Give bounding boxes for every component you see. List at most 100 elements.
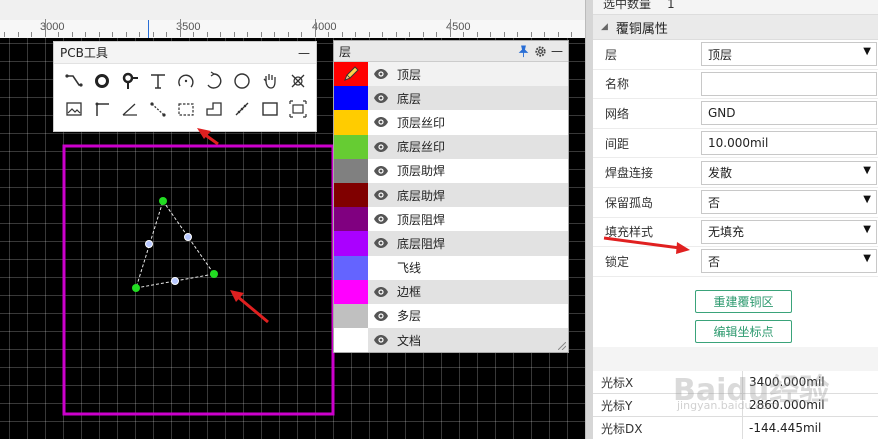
dropdown-arrow-icon[interactable]: ▼ bbox=[863, 165, 871, 176]
property-select[interactable]: 顶层 ▼ bbox=[701, 42, 877, 67]
layer-row[interactable]: 顶层丝印 bbox=[334, 110, 568, 135]
ruler-tick bbox=[328, 32, 329, 37]
property-select[interactable]: 无填充 ▼ bbox=[701, 219, 877, 244]
via-icon[interactable] bbox=[116, 67, 144, 95]
circle-icon[interactable] bbox=[228, 67, 256, 95]
property-select[interactable]: 否 ▼ bbox=[701, 190, 877, 215]
top-ruler: 3000 3500 4000 4500 bbox=[0, 0, 586, 38]
layer-color-swatch[interactable] bbox=[334, 158, 368, 183]
dropdown-arrow-icon[interactable]: ▼ bbox=[863, 253, 871, 264]
arc-center-icon[interactable] bbox=[200, 67, 228, 95]
layer-row[interactable]: 底层丝印 bbox=[334, 134, 568, 159]
layer-row[interactable]: 顶层 bbox=[334, 62, 568, 87]
property-row: 保留孤岛否 ▼ bbox=[593, 187, 878, 218]
minimize-button[interactable]: — bbox=[298, 46, 310, 60]
eye-icon[interactable] bbox=[368, 116, 394, 128]
property-select[interactable]: 发散 ▼ bbox=[701, 160, 877, 185]
eye-icon[interactable] bbox=[368, 165, 394, 177]
layer-row[interactable]: 顶层阻焊 bbox=[334, 207, 568, 232]
edit-coordinates-button[interactable]: 编辑坐标点 bbox=[695, 320, 792, 344]
eye-icon[interactable] bbox=[368, 310, 394, 322]
property-input[interactable] bbox=[701, 71, 877, 96]
layers-header[interactable]: 层 — bbox=[334, 41, 568, 62]
eye-icon[interactable] bbox=[368, 141, 394, 153]
image-icon[interactable] bbox=[60, 95, 88, 123]
layer-row[interactable]: 多层 bbox=[334, 303, 568, 329]
layer-color-swatch[interactable] bbox=[334, 328, 368, 353]
copper-area-icon[interactable] bbox=[172, 95, 200, 123]
layer-row[interactable]: 底层阻焊 bbox=[334, 231, 568, 256]
rebuild-copper-button[interactable]: 重建覆铜区 bbox=[695, 290, 792, 314]
ruler-tick bbox=[449, 19, 451, 37]
clear-cross-icon[interactable] bbox=[284, 67, 312, 95]
eye-icon[interactable] bbox=[368, 92, 394, 104]
layer-list: 顶层 底层 顶层丝印 底层丝印 顶层助焊 底层助焊 顶层阻焊底层阻焊飞线 边框 多层文档 bbox=[334, 62, 568, 353]
panel-splitter[interactable] bbox=[585, 0, 593, 439]
selected-count-value: 1 bbox=[667, 0, 675, 11]
layer-row[interactable]: 边框 bbox=[334, 279, 568, 304]
layer-color-swatch[interactable] bbox=[334, 255, 368, 280]
eye-icon[interactable] bbox=[368, 237, 394, 249]
eye-icon[interactable] bbox=[368, 286, 394, 298]
layer-row[interactable]: 顶层助焊 bbox=[334, 158, 568, 183]
angle-icon[interactable] bbox=[116, 95, 144, 123]
resize-grip-icon[interactable] bbox=[558, 342, 566, 350]
dropdown-arrow-icon[interactable]: ▼ bbox=[863, 46, 871, 57]
layer-color-swatch[interactable] bbox=[334, 231, 368, 256]
eye-icon[interactable] bbox=[368, 68, 394, 80]
dropdown-arrow-icon[interactable]: ▼ bbox=[863, 224, 871, 235]
properties-panel: 选中数量 1 ◢ 覆铜属性 层 顶层 ▼ 名称 网络 GND 间距 10.000mil 焊盘连接… bbox=[593, 0, 878, 439]
ruler-tick bbox=[31, 32, 32, 37]
gear-icon[interactable] bbox=[534, 45, 547, 58]
arc-icon[interactable] bbox=[172, 67, 200, 95]
property-row: 网络 GND bbox=[593, 99, 878, 129]
layer-color-swatch[interactable] bbox=[334, 86, 368, 111]
eye-icon[interactable] bbox=[368, 189, 394, 201]
ruler-tick bbox=[503, 32, 505, 37]
track-icon[interactable] bbox=[60, 67, 88, 95]
property-row: 焊盘连接 发散 ▼ bbox=[593, 158, 878, 188]
ruler-tick bbox=[368, 32, 370, 37]
ruler-tick bbox=[274, 32, 275, 37]
dropdown-arrow-icon[interactable]: ▼ bbox=[863, 194, 871, 205]
layer-name: 底层阻焊 bbox=[397, 236, 446, 251]
layer-color-swatch[interactable] bbox=[334, 134, 368, 159]
layer-color-swatch[interactable] bbox=[334, 182, 368, 208]
pad-icon[interactable] bbox=[88, 67, 116, 95]
layer-color-swatch[interactable] bbox=[334, 303, 368, 329]
connect-icon[interactable] bbox=[144, 95, 172, 123]
copper-properties-section[interactable]: ◢ 覆铜属性 bbox=[593, 14, 878, 40]
layer-color-swatch[interactable] bbox=[334, 110, 368, 135]
measure-icon[interactable] bbox=[228, 95, 256, 123]
baidu-watermark-url: jingyan.baidu.com bbox=[677, 399, 779, 412]
pcb-tools-header[interactable]: PCB工具 — bbox=[54, 42, 316, 64]
text-icon[interactable] bbox=[144, 67, 172, 95]
layer-row[interactable]: 底层助焊 bbox=[334, 182, 568, 208]
ruler-tick bbox=[4, 32, 5, 37]
pan-hand-icon[interactable] bbox=[256, 67, 284, 95]
property-select[interactable]: 否 ▼ bbox=[701, 249, 877, 274]
tool-grid bbox=[54, 64, 316, 126]
layer-row[interactable]: 底层 bbox=[334, 86, 568, 111]
eye-icon[interactable] bbox=[368, 213, 394, 225]
layer-color-swatch[interactable] bbox=[334, 207, 368, 232]
layer-name: 文档 bbox=[397, 333, 422, 348]
ruler-tick bbox=[341, 32, 343, 37]
minimize-button[interactable]: — bbox=[551, 44, 563, 58]
property-input[interactable]: 10.000mil bbox=[701, 131, 877, 156]
rectangle-icon[interactable] bbox=[256, 95, 284, 123]
eye-icon[interactable] bbox=[368, 334, 394, 346]
solid-region-icon[interactable] bbox=[200, 95, 228, 123]
pin-icon[interactable] bbox=[517, 44, 530, 58]
layer-color-swatch[interactable] bbox=[334, 279, 368, 304]
layer-row[interactable]: 文档 bbox=[334, 328, 568, 353]
property-row: 间距 10.000mil bbox=[593, 128, 878, 159]
property-input[interactable]: GND bbox=[701, 101, 877, 126]
select-frame-icon[interactable] bbox=[284, 95, 312, 123]
layer-color-swatch[interactable] bbox=[334, 62, 368, 87]
layer-row[interactable]: 飞线 bbox=[334, 255, 568, 280]
pcb-editor: 3000 3500 4000 4500 PCB工具 — 层 — 顶层 底层 顶层… bbox=[0, 0, 878, 439]
dimension-icon[interactable] bbox=[88, 95, 116, 123]
ruler-tick bbox=[571, 32, 572, 37]
selected-count-row: 选中数量 1 bbox=[593, 0, 878, 14]
